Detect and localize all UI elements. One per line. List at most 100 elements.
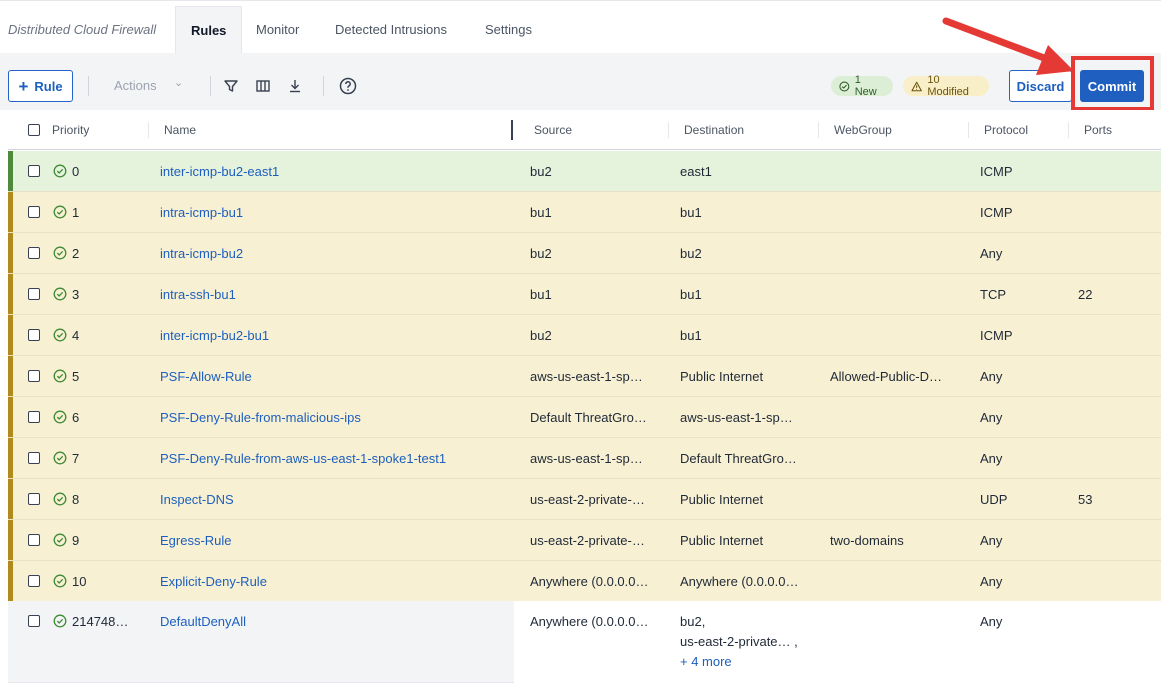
protocol-cell: UDP <box>980 492 1008 507</box>
row-checkbox[interactable] <box>28 411 40 423</box>
rule-name-link[interactable]: Egress-Rule <box>160 533 232 548</box>
column-divider <box>818 122 819 138</box>
source-cell: bu2 <box>530 328 552 343</box>
column-divider <box>148 122 149 138</box>
rule-name-link[interactable]: intra-ssh-bu1 <box>160 287 236 302</box>
check-circle-icon <box>53 164 67 178</box>
protocol-cell: TCP <box>980 287 1006 302</box>
check-circle-icon <box>53 369 67 383</box>
priority-cell: 1 <box>72 205 80 220</box>
row-checkbox[interactable] <box>28 575 40 587</box>
more-destinations-link[interactable]: + 4 more <box>680 654 732 669</box>
rule-name-link[interactable]: inter-icmp-bu2-east1 <box>160 164 279 179</box>
rule-name-link[interactable]: intra-icmp-bu1 <box>160 205 243 220</box>
check-circle-icon <box>53 451 67 465</box>
rule-name-link[interactable]: Inspect-DNS <box>160 492 234 507</box>
chevron-down-icon[interactable]: ⌄ <box>174 76 183 89</box>
protocol-cell: Any <box>980 533 1003 548</box>
rule-name-link[interactable]: intra-icmp-bu2 <box>160 246 243 261</box>
column-resize-handle[interactable] <box>511 120 513 140</box>
protocol-cell: ICMP <box>980 164 1013 179</box>
destination-cell: Public Internet <box>680 369 764 384</box>
source-cell: us-east-2-private-… <box>530 492 645 507</box>
modified-indicator-bar <box>8 397 13 437</box>
download-icon[interactable] <box>285 76 305 96</box>
header-protocol[interactable]: Protocol <box>984 123 1028 137</box>
source-cell: bu2 <box>530 164 552 179</box>
rule-name-link[interactable]: PSF-Allow-Rule <box>160 369 252 384</box>
row-checkbox[interactable] <box>28 247 40 259</box>
table-row[interactable]: 10 Explicit-Deny-Rule Anywhere (0.0.0.0… An… <box>8 561 1161 602</box>
new-count-badge: 1 New <box>831 74 893 98</box>
check-circle-icon <box>53 328 67 342</box>
table-row[interactable]: 6 PSF-Deny-Rule-from-malicious-ips Default… <box>8 397 1161 438</box>
table-row[interactable]: 0 inter-icmp-bu2-east1 bu2 east1 ICMP <box>8 151 1161 192</box>
help-icon[interactable] <box>338 76 358 96</box>
check-circle-icon <box>53 287 67 301</box>
rule-name-link[interactable]: PSF-Deny-Rule-from-malicious-ips <box>160 410 361 425</box>
actions-dropdown[interactable]: Actions <box>114 78 157 93</box>
tab-rules[interactable]: Rules <box>175 6 243 54</box>
destination-cell: bu2 <box>680 246 702 261</box>
destination-cell: Public Internet <box>680 533 764 548</box>
header-ports[interactable]: Ports <box>1084 123 1112 137</box>
protocol-cell: Any <box>980 410 1003 425</box>
header-destination[interactable]: Destination <box>684 123 744 137</box>
header-webgroup[interactable]: WebGroup <box>834 123 892 137</box>
column-divider <box>668 122 669 138</box>
rule-name-link[interactable]: PSF-Deny-Rule-from-aws-us-east-1-spoke1-… <box>160 451 446 466</box>
header-name[interactable]: Name <box>164 123 196 137</box>
modified-indicator-bar <box>8 233 13 273</box>
table-row[interactable]: 2 intra-icmp-bu2 bu2 bu2 Any <box>8 233 1161 274</box>
table-row[interactable]: 7 PSF-Deny-Rule-from-aws-us-east-1-spoke1… <box>8 438 1161 479</box>
row-checkbox[interactable] <box>28 615 40 627</box>
header-priority[interactable]: Priority <box>52 123 89 137</box>
row-checkbox[interactable] <box>28 165 40 177</box>
tab-monitor[interactable]: Monitor <box>256 6 299 54</box>
source-cell: Anywhere (0.0.0.0… <box>530 574 649 589</box>
table-row[interactable]: 8 Inspect-DNS us-east-2-private-… Public In… <box>8 479 1161 520</box>
destination-cell: Default ThreatGro… <box>680 451 797 466</box>
protocol-cell: ICMP <box>980 328 1013 343</box>
add-rule-button[interactable]: + Rule <box>8 70 73 102</box>
modified-indicator-bar <box>8 561 13 601</box>
column-divider <box>1068 122 1069 138</box>
table-row[interactable]: 9 Egress-Rule us-east-2-private-… Public In… <box>8 520 1161 561</box>
modified-indicator-bar <box>8 356 13 396</box>
row-checkbox[interactable] <box>28 452 40 464</box>
priority-cell: 7 <box>72 451 80 466</box>
check-circle-icon <box>53 246 67 260</box>
row-checkbox[interactable] <box>28 493 40 505</box>
row-checkbox[interactable] <box>28 288 40 300</box>
table-row[interactable]: 3 intra-ssh-bu1 bu1 bu1 TCP 22 <box>8 274 1161 315</box>
priority-cell: 6 <box>72 410 80 425</box>
tab-settings[interactable]: Settings <box>485 6 532 54</box>
filter-icon[interactable] <box>221 76 241 96</box>
check-circle-icon <box>53 614 67 628</box>
destination-cell: bu1 <box>680 328 702 343</box>
table-row[interactable]: 5 PSF-Allow-Rule aws-us-east-1-sp… Public I… <box>8 356 1161 397</box>
rule-name-link[interactable]: DefaultDenyAll <box>160 614 246 629</box>
select-all-checkbox[interactable] <box>28 124 40 136</box>
check-circle-icon <box>53 205 67 219</box>
row-checkbox[interactable] <box>28 206 40 218</box>
header-source[interactable]: Source <box>534 123 572 137</box>
ports-cell: 22 <box>1078 287 1093 302</box>
destination-cell: us-east-2-private… , <box>680 634 798 649</box>
table-row[interactable]: 1 intra-icmp-bu1 bu1 bu1 ICMP <box>8 192 1161 233</box>
toolbar-divider <box>210 76 211 96</box>
source-cell: aws-us-east-1-sp… <box>530 451 643 466</box>
tab-detected-intrusions[interactable]: Detected Intrusions <box>335 6 447 54</box>
check-circle-icon <box>53 492 67 506</box>
row-checkbox[interactable] <box>28 329 40 341</box>
table-row-default[interactable]: 214748… DefaultDenyAll Anywhere (0.0.0.0… <box>8 601 1161 683</box>
check-circle-icon <box>53 574 67 588</box>
table-row[interactable]: 4 inter-icmp-bu2-bu1 bu2 bu1 ICMP <box>8 315 1161 356</box>
rule-name-link[interactable]: inter-icmp-bu2-bu1 <box>160 328 269 343</box>
row-checkbox[interactable] <box>28 534 40 546</box>
row-checkbox[interactable] <box>28 370 40 382</box>
columns-icon[interactable] <box>253 76 273 96</box>
destination-cell: bu1 <box>680 205 702 220</box>
rule-name-link[interactable]: Explicit-Deny-Rule <box>160 574 267 589</box>
source-cell: bu2 <box>530 246 552 261</box>
